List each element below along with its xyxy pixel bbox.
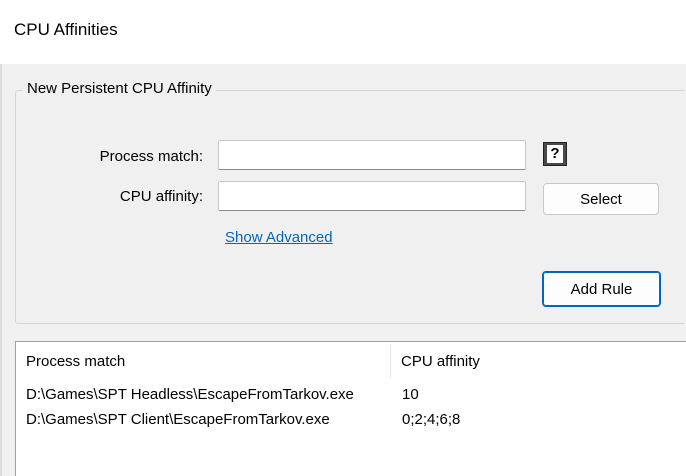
row-1-affinity[interactable]: 10 — [402, 386, 419, 403]
row-1-process[interactable]: D:\Games\SPT Headless\EscapeFromTarkov.e… — [26, 386, 354, 403]
column-header-process-match[interactable]: Process match — [16, 342, 390, 382]
process-match-input[interactable] — [218, 140, 526, 170]
help-icon-glyph: ? — [547, 145, 563, 163]
help-icon[interactable]: ? — [543, 142, 567, 166]
process-match-label: Process match: — [99, 148, 203, 165]
window-border — [0, 64, 2, 476]
row-2-process[interactable]: D:\Games\SPT Client\EscapeFromTarkov.exe — [26, 411, 330, 428]
show-advanced-link[interactable]: Show Advanced — [225, 229, 333, 246]
add-rule-button[interactable]: Add Rule — [542, 271, 661, 307]
affinity-list[interactable]: Process match CPU affinity D:\Games\SPT … — [15, 341, 686, 476]
cpu-affinity-label: CPU affinity: — [119, 188, 203, 205]
groupbox-legend: New Persistent CPU Affinity — [23, 80, 216, 97]
select-button[interactable]: Select — [543, 183, 659, 215]
cpu-affinity-input[interactable] — [218, 181, 526, 211]
title-bar: CPU Affinities — [0, 0, 686, 64]
row-2-affinity[interactable]: 0;2;4;6;8 — [402, 411, 460, 428]
column-header-cpu-affinity[interactable]: CPU affinity — [391, 342, 686, 382]
window-title: CPU Affinities — [14, 20, 118, 39]
